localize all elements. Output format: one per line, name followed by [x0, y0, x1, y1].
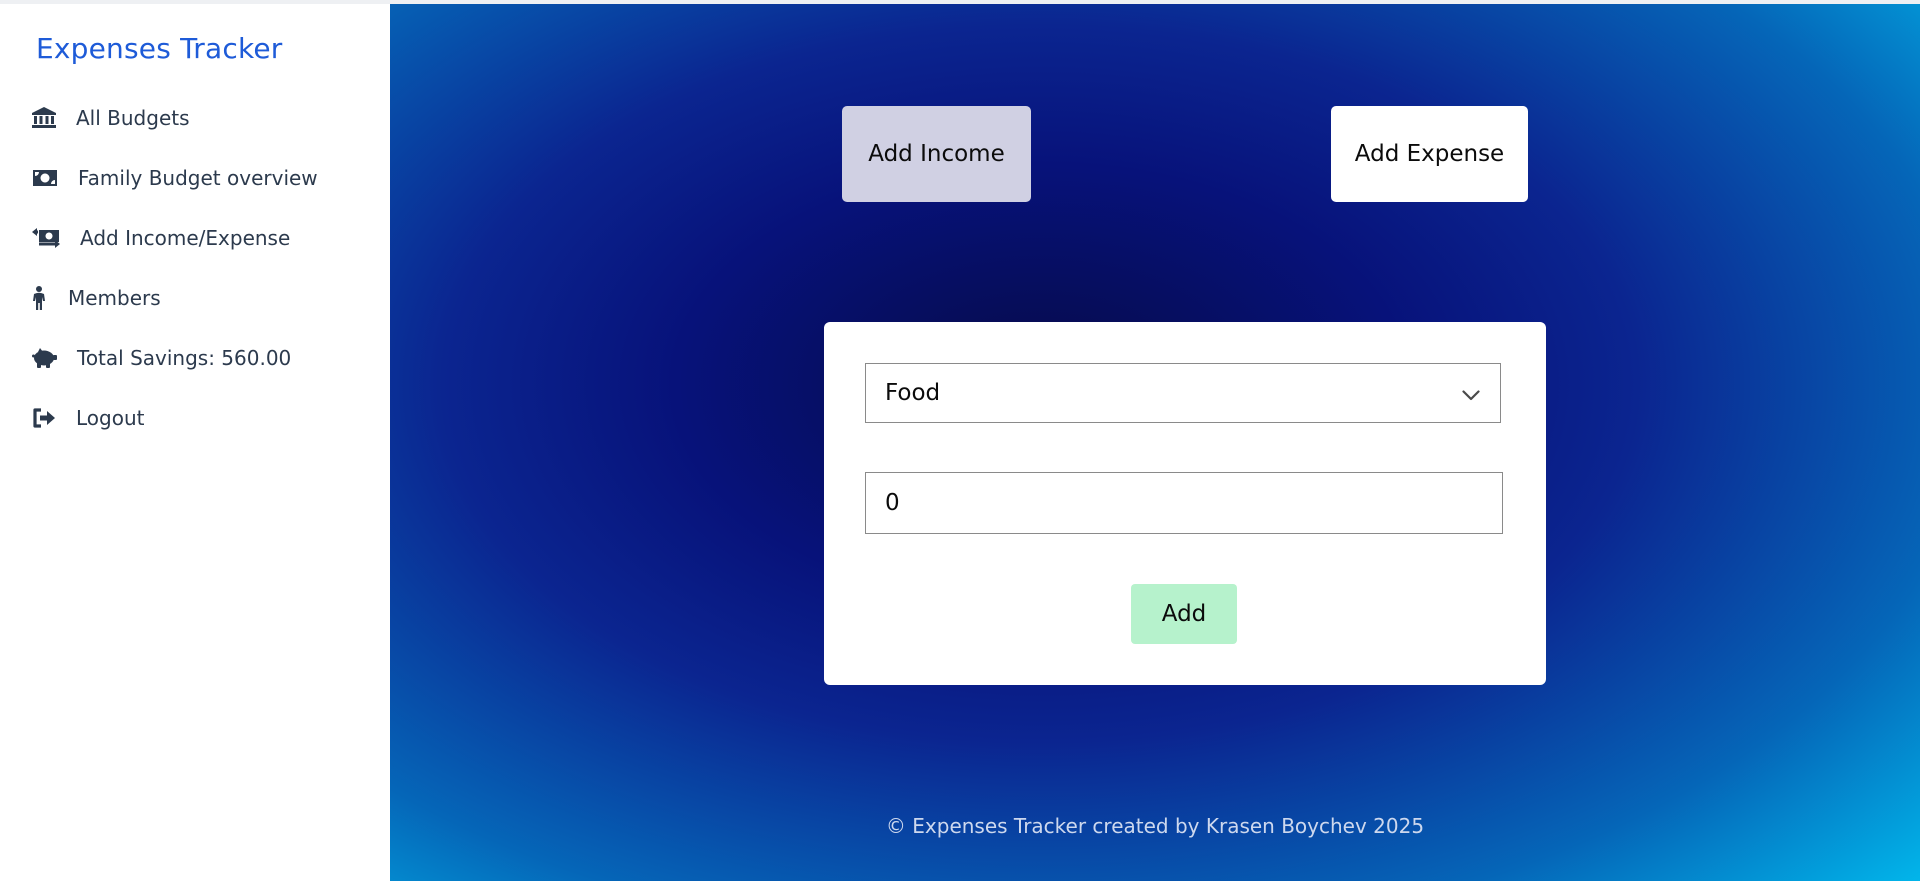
category-selected-value: Food [885, 380, 941, 406]
sidebar-item-label: Logout [76, 406, 145, 430]
sidebar-item-family-budget-overview[interactable]: Family Budget overview [32, 160, 318, 196]
app-title[interactable]: Expenses Tracker [36, 32, 283, 65]
sidebar-item-label: Total Savings: 560.00 [77, 346, 292, 370]
sidebar-item-add-income-expense[interactable]: Add Income/Expense [32, 220, 290, 256]
add-income-button[interactable]: Add Income [842, 106, 1031, 202]
add-button[interactable]: Add [1131, 584, 1237, 644]
sidebar: Expenses Tracker All Budgets Family Budg… [0, 4, 390, 881]
sidebar-item-all-budgets[interactable]: All Budgets [32, 100, 190, 136]
sidebar-item-total-savings[interactable]: Total Savings: 560.00 [32, 340, 291, 376]
sidebar-item-label: Members [68, 286, 161, 310]
main-content: Add Income Add Expense Food Add © Expens… [390, 4, 1920, 881]
sidebar-item-members[interactable]: Members [32, 280, 161, 316]
sidebar-item-label: All Budgets [76, 106, 190, 130]
money-bill-icon [32, 169, 78, 187]
add-expense-button[interactable]: Add Expense [1331, 106, 1528, 202]
chevron-down-icon [1462, 386, 1480, 405]
sidebar-item-label: Add Income/Expense [80, 226, 291, 250]
footer-text: © Expenses Tracker created by Krasen Boy… [885, 814, 1425, 838]
money-transfer-icon [32, 227, 80, 249]
transaction-form-card: Food Add [824, 322, 1546, 685]
sidebar-item-label: Family Budget overview [78, 166, 318, 190]
logout-icon [32, 408, 76, 428]
category-select[interactable]: Food [865, 363, 1501, 423]
amount-input[interactable] [865, 472, 1503, 534]
bank-icon [32, 107, 76, 129]
sidebar-item-logout[interactable]: Logout [32, 400, 144, 436]
person-icon [32, 286, 68, 310]
piggy-bank-icon [32, 348, 77, 368]
